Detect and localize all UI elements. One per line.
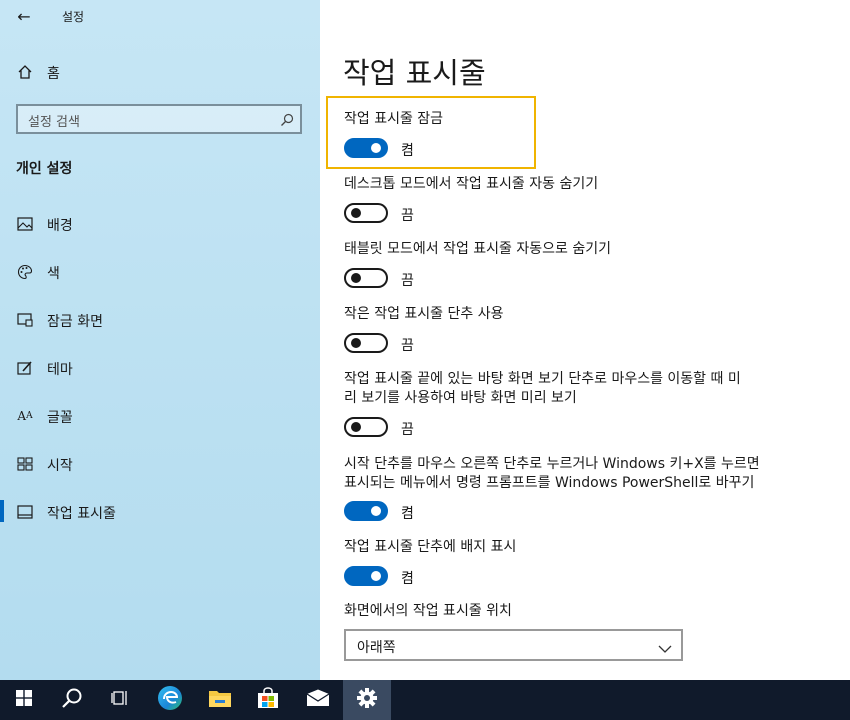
taskbar-position-select[interactable]: 아래쪽: [344, 629, 683, 661]
back-arrow-icon: ←: [17, 6, 31, 26]
lock-screen-icon: [16, 311, 34, 329]
theme-brush-icon: [16, 359, 34, 377]
sidebar-item-label: 잠금 화면: [47, 314, 103, 330]
windows-start-icon: [16, 690, 32, 710]
position-label: 화면에서의 작업 표시줄 위치: [344, 603, 512, 619]
settings-gear-icon: [356, 687, 378, 713]
toggle-state: 끔: [401, 273, 414, 289]
back-button[interactable]: ←: [12, 4, 36, 28]
toggle-state: 켬: [401, 506, 414, 522]
toggle-state: 끔: [401, 422, 414, 438]
page-title: 작업 표시줄: [343, 56, 486, 90]
start-grid-icon: [16, 455, 34, 473]
setting-label-line2: 리 보기를 사용하여 바탕 화면 미리 보기: [344, 390, 577, 406]
file-explorer-button[interactable]: [196, 680, 244, 720]
toggle-knob: [371, 571, 381, 581]
powershell-toggle[interactable]: [344, 501, 388, 521]
store-icon: [257, 687, 279, 713]
font-icon: AA: [17, 409, 33, 423]
mail-button[interactable]: [294, 680, 342, 720]
sidebar-item-lock-screen[interactable]: 잠금 화면: [0, 300, 320, 340]
sidebar-item-theme[interactable]: 테마: [0, 348, 320, 388]
toggle-knob: [371, 143, 381, 153]
toggle-knob: [351, 273, 361, 283]
toggle-state: 끔: [401, 338, 414, 354]
lock-taskbar-toggle[interactable]: [344, 138, 388, 158]
setting-label: 작은 작업 표시줄 단추 사용: [344, 306, 504, 322]
search-icon: [280, 112, 294, 126]
sidebar-item-fonts[interactable]: AA 글꼴: [0, 396, 320, 436]
select-value: 아래쪽: [357, 640, 396, 656]
palette-icon: [16, 263, 34, 281]
mail-icon: [306, 689, 330, 711]
search-placeholder: 설정 검색: [28, 115, 80, 130]
sidebar: ← 설정 홈 설정 검색 개인 설정 배경 색 잠금 화면 테마 A A 글꼴 …: [0, 0, 320, 680]
taskbar-search-button[interactable]: [48, 680, 96, 720]
file-explorer-icon: [208, 688, 232, 712]
sidebar-item-background[interactable]: 배경: [0, 204, 320, 244]
peek-toggle[interactable]: [344, 417, 388, 437]
setting-label: 작업 표시줄 잠금: [344, 111, 444, 127]
toggle-state: 켬: [401, 571, 414, 587]
edge-button[interactable]: [146, 680, 194, 720]
setting-label: 작업 표시줄 단추에 배지 표시: [344, 539, 517, 555]
sidebar-item-label: 홈: [47, 66, 60, 82]
sidebar-item-label: 글꼴: [47, 410, 73, 426]
small-buttons-toggle[interactable]: [344, 333, 388, 353]
edge-icon: [157, 685, 183, 715]
settings-taskbar-button[interactable]: [343, 680, 391, 720]
sidebar-item-label: 시작: [47, 458, 73, 474]
image-icon: [16, 215, 34, 233]
toggle-knob: [351, 338, 361, 348]
toggle-knob: [351, 422, 361, 432]
sidebar-item-home[interactable]: 홈: [0, 52, 320, 92]
sidebar-item-color[interactable]: 색: [0, 252, 320, 292]
task-view-icon: [111, 689, 129, 711]
toggle-knob: [371, 506, 381, 516]
window-title: 설정: [62, 10, 85, 24]
section-title: 개인 설정: [16, 161, 73, 177]
setting-label: 데스크톱 모드에서 작업 표시줄 자동 숨기기: [344, 176, 599, 192]
sidebar-item-label: 색: [47, 266, 60, 282]
sidebar-item-label: 작업 표시줄: [47, 506, 116, 522]
setting-label-line2: 표시되는 메뉴에서 명령 프롬프트를 Windows PowerShell로 바…: [344, 475, 755, 491]
sidebar-item-label: 테마: [47, 362, 73, 378]
search-input[interactable]: 설정 검색: [16, 104, 302, 134]
store-button[interactable]: [244, 680, 292, 720]
toggle-knob: [351, 208, 361, 218]
toggle-state: 켬: [401, 143, 414, 159]
taskbar-icon: [16, 503, 34, 521]
taskbar: [0, 680, 850, 720]
sidebar-item-taskbar[interactable]: 작업 표시줄: [0, 492, 320, 532]
search-icon: [61, 687, 83, 713]
start-button[interactable]: [0, 680, 48, 720]
autohide-tablet-toggle[interactable]: [344, 268, 388, 288]
sidebar-item-label: 배경: [47, 218, 73, 234]
sidebar-item-start[interactable]: 시작: [0, 444, 320, 484]
badges-toggle[interactable]: [344, 566, 388, 586]
setting-label: 태블릿 모드에서 작업 표시줄 자동으로 숨기기: [344, 241, 611, 257]
toggle-state: 끔: [401, 208, 414, 224]
task-view-button[interactable]: [96, 680, 144, 720]
home-icon: [16, 63, 34, 81]
autohide-desktop-toggle[interactable]: [344, 203, 388, 223]
chevron-down-icon: [658, 639, 672, 653]
